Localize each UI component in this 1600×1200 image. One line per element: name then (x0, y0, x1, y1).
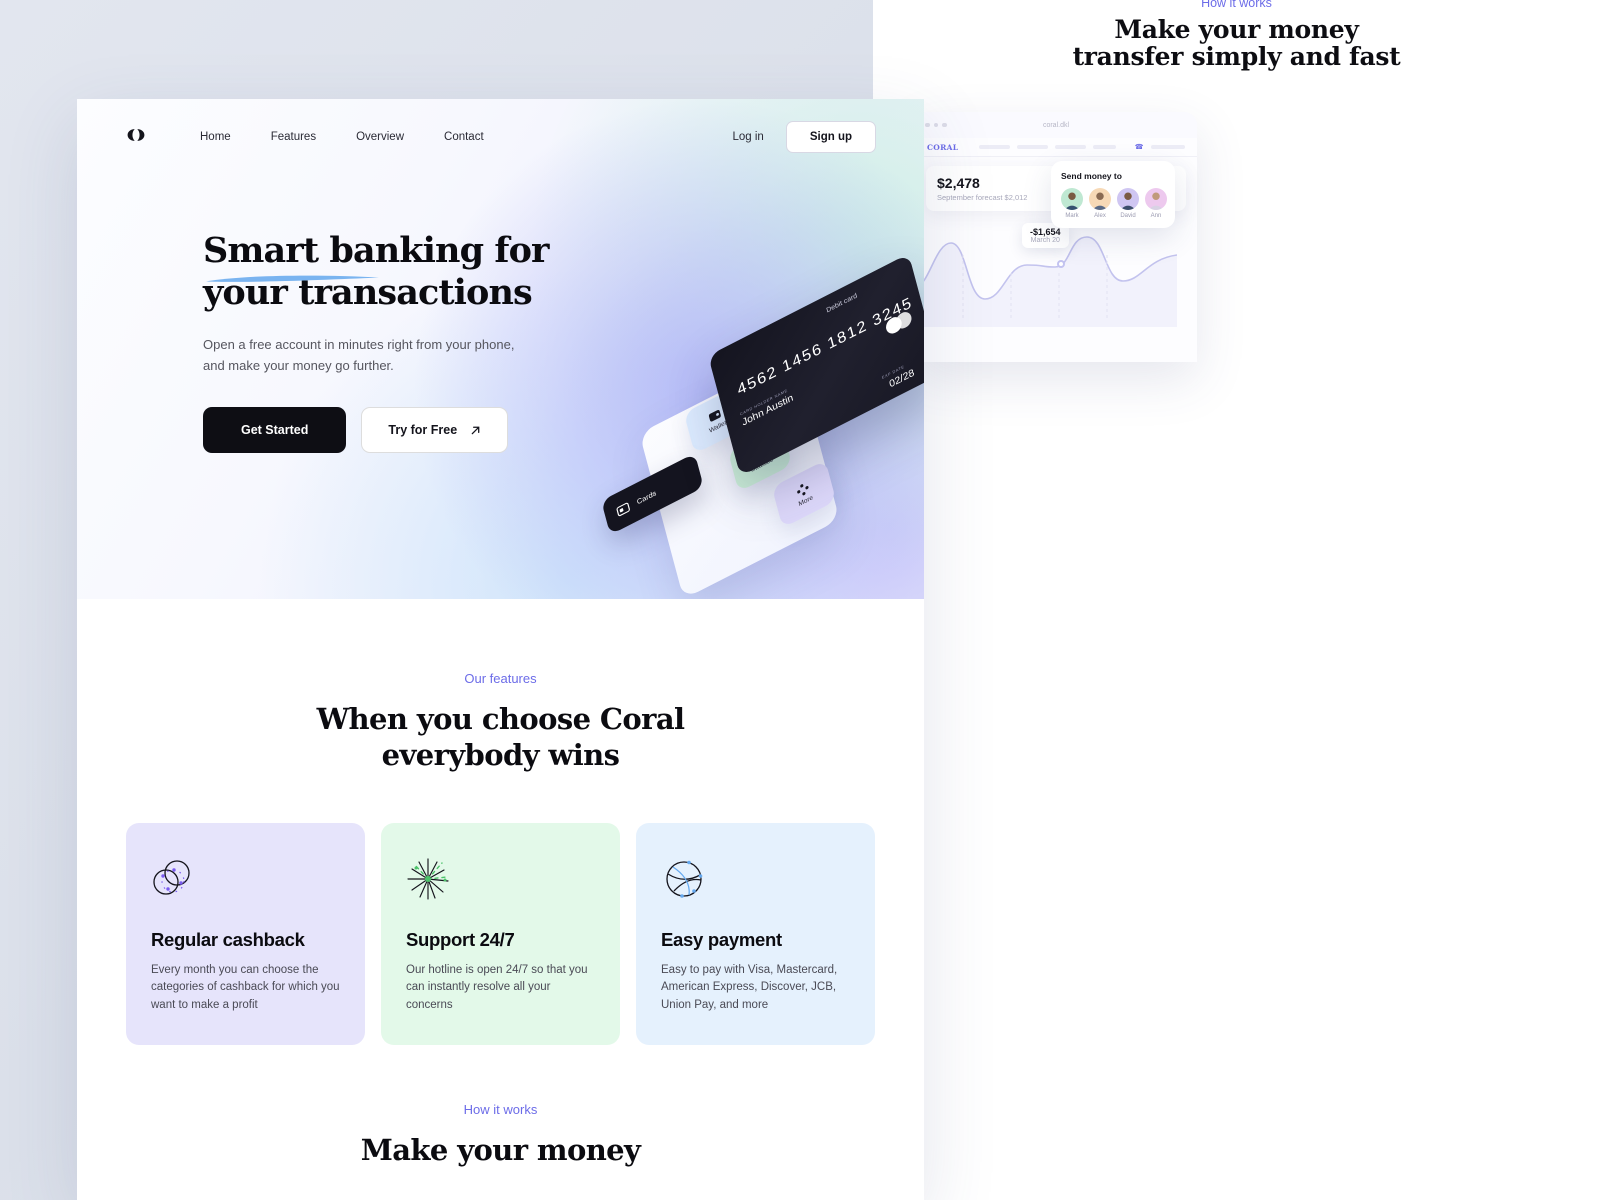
main-navigation: Home Features Overview Contact Log in Si… (77, 99, 924, 153)
right-hiw-title-line2: transfer simply and fast (1072, 42, 1401, 71)
send-money-people: Mark Alex David Ann (1061, 188, 1167, 219)
send-money-card: Send money to Mark Alex David Ann (1051, 161, 1175, 228)
arrow-up-right-icon (471, 426, 480, 434)
feature-title: Easy payment (661, 928, 782, 950)
dashboard-browser-mock: coral.dkl CORAL ☎ $2,478 September forec… (915, 112, 1197, 362)
nav-placeholder (1150, 145, 1185, 149)
send-money-person[interactable]: Ann (1145, 188, 1167, 219)
nav-placeholder (979, 145, 1011, 149)
balance-line-chart: -$1,654 March 20 (915, 215, 1186, 327)
avatar (1145, 188, 1167, 210)
nav-placeholder (1055, 145, 1087, 149)
person-name: Alex (1094, 213, 1106, 219)
hero-section: Home Features Overview Contact Log in Si… (77, 99, 924, 599)
signup-button[interactable]: Sign up (785, 121, 876, 153)
feature-title: Support 24/7 (406, 928, 515, 950)
feature-card-support: Support 24/7 Our hotline is open 24/7 so… (381, 822, 620, 1045)
right-hiw-title: Make your money transfer simply and fast (873, 16, 1600, 70)
features-section: Our features When you choose Coral every… (77, 599, 924, 1167)
feature-body: Easy to pay with Visa, Mastercard, Ameri… (661, 963, 838, 1012)
nav-link-overview[interactable]: Overview (356, 131, 404, 143)
right-landing-panel: How it works Make your money transfer si… (873, 0, 1600, 1200)
nav-placeholder (1017, 145, 1049, 149)
feature-body: Our hotline is open 24/7 so that you can… (406, 963, 588, 1012)
iso-card-number: 4562 1456 1812 3245 (735, 293, 915, 399)
right-hiw-label: How it works (1201, 0, 1272, 10)
iso-card-label: Debit card (825, 291, 858, 315)
features-title: When you choose Coral everybody wins (77, 701, 924, 774)
balance-forecast: September forecast $2,012 (937, 193, 1028, 202)
title-underline-icon (206, 275, 379, 282)
send-money-person[interactable]: David (1117, 188, 1139, 219)
globe-icon (661, 857, 850, 903)
browser-url: coral.dkl (1042, 121, 1070, 129)
avatar (1117, 188, 1139, 210)
feature-card-payment: Easy payment Easy to pay with Visa, Mast… (636, 822, 875, 1045)
features-title-line2: everybody wins (381, 738, 620, 773)
coral-logo: CORAL (927, 142, 959, 152)
nav-link-home[interactable]: Home (200, 131, 231, 143)
hero-buttons: Get Started Try for Free (203, 407, 603, 454)
feature-card-cashback: Regular cashback Every month you can cho… (126, 822, 365, 1045)
browser-titlebar: coral.dkl (915, 112, 1197, 138)
dashboard-nav: CORAL ☎ (915, 138, 1197, 157)
try-for-free-button[interactable]: Try for Free (361, 407, 509, 454)
feature-title: Regular cashback (151, 928, 305, 950)
left-how-it-works: How it works Make your money (77, 1102, 924, 1167)
hero-isometric-art: Wallet Statistic More Cards Debit card 4… (582, 253, 924, 599)
coral-monogram-icon (127, 129, 145, 141)
balance-amount: $2,478 (937, 175, 980, 191)
right-hiw-title-line1: Make your money (1114, 15, 1359, 44)
left-landing-panel: Home Features Overview Contact Log in Si… (77, 99, 924, 1200)
cards-icon (616, 502, 630, 516)
nav-placeholder (1093, 145, 1116, 149)
person-name: Ann (1150, 213, 1162, 219)
person-name: Mark (1065, 213, 1079, 219)
left-hiw-title: Make your money (360, 1132, 641, 1167)
try-for-free-label: Try for Free (388, 423, 458, 438)
tooltip-date: March 20 (1030, 237, 1060, 244)
circles-icon (151, 857, 340, 903)
avatar (1089, 188, 1111, 210)
hero-title-line1: Smart banking for (203, 230, 549, 271)
chart-point-marker (1057, 260, 1065, 268)
features-label: Our features (464, 671, 537, 686)
send-money-person[interactable]: Alex (1089, 188, 1111, 219)
feature-cards: Regular cashback Every month you can cho… (77, 822, 924, 1045)
nav-actions: Log in Sign up (732, 121, 876, 153)
person-name: David (1120, 213, 1136, 219)
hero-text-block: Smart banking for your transactions Open… (203, 230, 603, 454)
login-link[interactable]: Log in (732, 131, 763, 143)
starburst-icon (406, 857, 595, 903)
nav-link-contact[interactable]: Contact (444, 131, 484, 143)
tooltip-value: -$1,654 (1030, 227, 1061, 237)
get-started-button[interactable]: Get Started (203, 407, 347, 454)
nav-links: Home Features Overview Contact (200, 131, 484, 143)
avatar (1061, 188, 1083, 210)
feature-body: Every month you can choose the categorie… (151, 963, 340, 1012)
send-money-person[interactable]: Mark (1061, 188, 1083, 219)
send-money-title: Send money to (1061, 171, 1122, 181)
phone-icon: ☎ (1134, 144, 1144, 151)
hero-title: Smart banking for your transactions (203, 230, 603, 314)
brand-logo[interactable] (125, 127, 147, 147)
hero-subtitle: Open a free account in minutes right fro… (203, 337, 515, 374)
features-title-line1: When you choose Coral (316, 702, 685, 736)
left-hiw-label: How it works (463, 1101, 538, 1117)
nav-link-features[interactable]: Features (271, 131, 316, 143)
